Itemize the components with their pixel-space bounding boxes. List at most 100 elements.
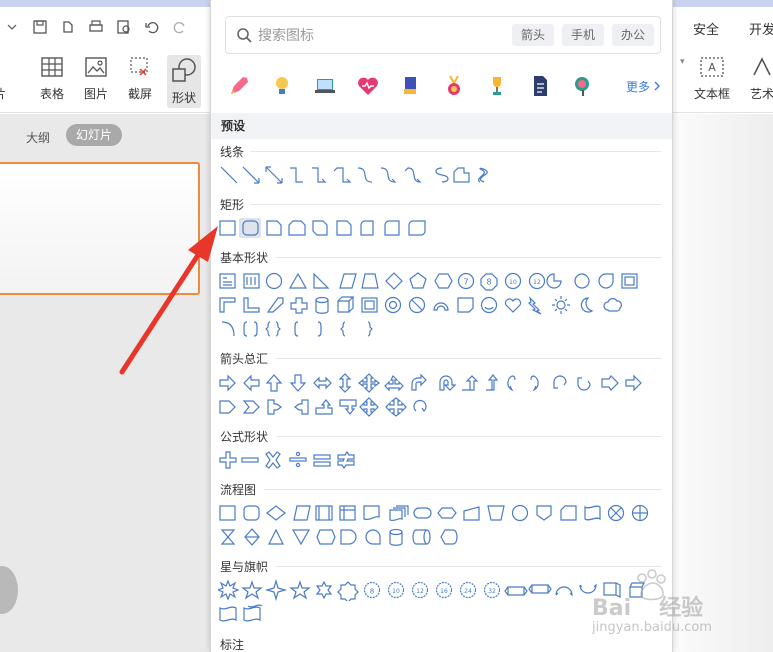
shape-multiply[interactable]	[265, 451, 281, 469]
shape-pentagon-arrow[interactable]	[219, 400, 236, 414]
shape-left-brace[interactable]	[340, 321, 346, 337]
shape-flowchart-document[interactable]	[363, 505, 380, 521]
shape-double-wave[interactable]	[243, 604, 263, 622]
shape-freeform[interactable]	[453, 167, 470, 183]
slide-canvas[interactable]	[672, 114, 773, 652]
shape-flowchart-offpage-connector[interactable]	[536, 505, 552, 521]
shape-half-frame[interactable]	[219, 297, 236, 313]
shape-textbox[interactable]	[219, 273, 236, 289]
undo-icon[interactable]	[144, 19, 160, 35]
shape-arrow-line[interactable]	[242, 166, 260, 184]
shape-quad-arrow[interactable]	[358, 373, 380, 393]
shape-flowchart-magnetic-disk[interactable]	[389, 528, 403, 546]
shape-left-right-up-arrow[interactable]	[384, 374, 404, 392]
shape-curved-left-arrow[interactable]	[530, 375, 539, 392]
shape-wave[interactable]	[219, 606, 237, 622]
shape-pie[interactable]	[546, 273, 562, 289]
shape-flowchart-process[interactable]	[219, 505, 236, 521]
shape-arc[interactable]	[221, 321, 235, 337]
shape-curve[interactable]	[435, 167, 449, 183]
shape-divide[interactable]	[289, 451, 307, 468]
shape-curved-ribbon-up[interactable]	[555, 586, 573, 597]
shape-flowchart-predefined-process[interactable]	[315, 505, 333, 521]
shape-star-4[interactable]	[264, 579, 288, 601]
shape-right-brace[interactable]	[367, 321, 373, 337]
heart-icon[interactable]	[354, 72, 382, 100]
shape-curved-right-arrow[interactable]	[507, 375, 516, 392]
shape-cube[interactable]	[337, 296, 355, 313]
search-chip-phone[interactable]: 手机	[561, 24, 604, 46]
shape-flowchart-manual-input[interactable]	[463, 506, 480, 521]
shape-flowchart-alternate-process[interactable]	[243, 505, 260, 521]
shape-explosion[interactable]	[218, 579, 240, 601]
rocket-icon[interactable]	[225, 72, 253, 100]
medal-icon[interactable]	[440, 72, 468, 100]
shape-moon[interactable]	[580, 297, 594, 313]
ribbon-button-art-text[interactable]: 艺术	[750, 55, 773, 102]
shape-notched-right-arrow[interactable]	[625, 374, 642, 392]
shape-snip-single-corner[interactable]	[266, 220, 282, 236]
tab-outline[interactable]: 大纲	[26, 129, 50, 146]
shape-double-brace[interactable]	[265, 321, 281, 337]
shape-minus[interactable]	[241, 457, 259, 463]
icon-search-box[interactable]: 搜索图标 箭头 手机 办公	[225, 16, 661, 54]
shape-striped-right-arrow[interactable]	[601, 375, 619, 391]
slide-thumbnail[interactable]	[0, 162, 200, 295]
shape-star-6[interactable]	[315, 580, 333, 600]
shape-right-arrow-callout[interactable]	[267, 399, 282, 415]
ribbon-button-screenshot[interactable]: 截屏	[128, 55, 152, 102]
print-icon[interactable]	[88, 19, 104, 35]
shape-line[interactable]	[220, 166, 238, 184]
shape-flowchart-card[interactable]	[560, 505, 577, 521]
shape-l-shape[interactable]	[243, 297, 260, 313]
document-icon[interactable]	[526, 72, 554, 100]
shape-smiley[interactable]	[480, 296, 498, 314]
shape-frame[interactable]	[621, 273, 638, 289]
shape-snip-same-side[interactable]	[288, 220, 306, 236]
shape-donut[interactable]	[384, 296, 402, 314]
shape-flowchart-terminator[interactable]	[413, 507, 432, 519]
shape-star-12[interactable]: 12	[411, 581, 429, 599]
shape-star-16[interactable]: 16	[435, 581, 453, 599]
shape-heart[interactable]	[504, 298, 522, 313]
shape-left-up-arrow[interactable]	[462, 375, 479, 391]
ribbon-button-image[interactable]: 片	[0, 55, 6, 102]
shape-flowchart-direct-access[interactable]	[412, 529, 431, 545]
shape-round-single-corner[interactable]	[360, 220, 374, 236]
shape-vertical-textbox[interactable]	[243, 273, 260, 289]
shape-up-down-arrow[interactable]	[338, 373, 352, 393]
shape-flowchart-summing-junction[interactable]	[607, 504, 625, 522]
shape-bent-arrow[interactable]	[411, 373, 427, 391]
print-preview-icon[interactable]	[116, 19, 132, 35]
shape-flowchart-punched-tape[interactable]	[584, 505, 601, 521]
shape-cloud[interactable]	[603, 298, 622, 312]
shape-circular-arrow[interactable]	[413, 400, 427, 412]
shape-curved-down-arrow[interactable]	[577, 377, 591, 391]
shape-elbow-arrow-connector[interactable]	[312, 167, 327, 183]
shape-flowchart-display[interactable]	[440, 529, 458, 545]
shape-diamond[interactable]	[385, 272, 403, 290]
magnifier-icon[interactable]	[569, 72, 597, 100]
search-chip-office[interactable]: 办公	[611, 24, 654, 46]
trophy-icon[interactable]	[483, 72, 511, 100]
shape-flowchart-internal-storage[interactable]	[339, 505, 356, 521]
shape-flowchart-collate[interactable]	[220, 529, 236, 545]
shape-double-bracket[interactable]	[243, 321, 258, 337]
shape-cross[interactable]	[290, 297, 308, 314]
shape-flowchart-or[interactable]	[631, 504, 649, 522]
shape-flowchart-preparation[interactable]	[437, 507, 457, 519]
shape-curved-arrow-connector[interactable]	[380, 167, 397, 183]
shape-plus[interactable]	[219, 451, 237, 469]
shape-pentagon[interactable]	[409, 272, 427, 289]
shape-curved-double-arrow[interactable]	[404, 167, 422, 183]
shape-flowchart-sort[interactable]	[244, 528, 260, 546]
shape-flowchart-multidocument[interactable]	[389, 505, 409, 522]
shape-ribbon-up[interactable]	[504, 586, 528, 596]
shape-equal[interactable]	[313, 454, 331, 467]
export-icon[interactable]	[60, 19, 76, 35]
ribbon-button-picture[interactable]: 图片	[84, 55, 108, 102]
shape-flowchart-connector[interactable]	[511, 504, 529, 522]
books-icon[interactable]	[397, 72, 425, 100]
shape-up-arrow-callout[interactable]	[315, 399, 333, 415]
shape-bevel[interactable]	[361, 297, 378, 313]
